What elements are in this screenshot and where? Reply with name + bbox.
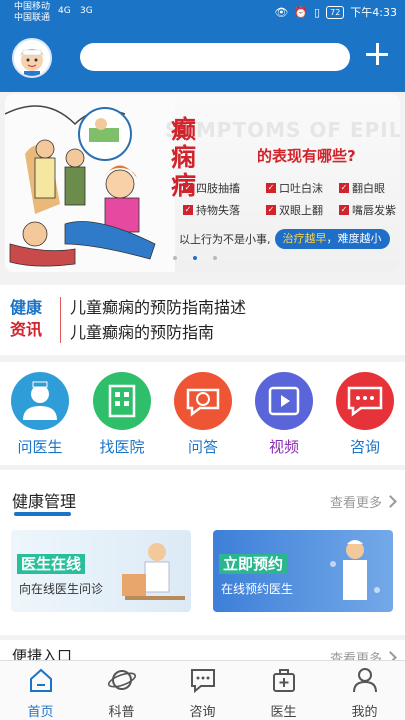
banner-illustration	[5, 94, 175, 272]
planet-icon	[107, 670, 136, 690]
banner-subtitle: 的表现有哪些?	[257, 147, 356, 165]
card-illustration	[330, 540, 380, 600]
shortcut-section: 便捷入口 查看更多	[0, 640, 405, 660]
question-chat-icon	[174, 372, 232, 430]
status-right: 👁 ⏰ ▯ 72 下午4:33	[274, 4, 397, 20]
carrier-1: 中国移动	[14, 2, 51, 12]
symptom-item: ✓ 双眼上翻	[266, 204, 323, 217]
carousel-indicator[interactable]	[173, 256, 217, 260]
carrier-info: 中国移动 中国联通	[14, 2, 50, 24]
health-management-section: 健康管理 查看更多 医生在线 向在线医生问诊 立即预约 在线预约医生	[0, 470, 405, 635]
entry-label: 咨询	[349, 438, 380, 456]
hospital-icon	[93, 372, 151, 430]
user-icon	[352, 668, 377, 693]
nav-mine[interactable]: 我的	[324, 665, 405, 720]
check-icon: ✓	[339, 205, 349, 215]
chevron-right-icon	[384, 651, 397, 660]
section-title: 健康管理	[12, 492, 77, 511]
symptom-item: ✓ 持物失落	[183, 204, 240, 217]
check-icon: ✓	[339, 183, 349, 193]
banner-footer-note: 以上行为不是小事,	[179, 233, 271, 246]
entry-ask-doctor[interactable]: 问医生	[9, 372, 71, 457]
entry-label: 问答	[187, 438, 218, 456]
symptom-list: ✓ 四肢抽搐 ✓ 口吐白沫 ✓ 翻白眼 ✓ 持物失落 ✓ 双眼上翻 ✓ 嘴唇发紫	[183, 180, 396, 218]
symptom-item: ✓ 嘴唇发紫	[339, 204, 396, 217]
card-illustration	[122, 543, 185, 600]
symptom-item: ✓ 口吐白沫	[266, 182, 323, 195]
entry-find-hospital[interactable]: 找医院	[91, 372, 153, 457]
bottom-navigation: 首页 科普 咨询 医生 我的	[0, 660, 405, 720]
entry-label: 问医生	[17, 438, 63, 456]
entry-video[interactable]: 视频	[253, 372, 315, 457]
news-divider	[60, 297, 61, 343]
news-item[interactable]: 儿童癫痫的预防指南	[70, 320, 246, 345]
news-list: 儿童癫痫的预防指南描述 儿童癫痫的预防指南	[70, 295, 246, 345]
carousel-dot-active[interactable]	[193, 256, 197, 260]
symptom-item: ✓ 翻白眼	[339, 182, 385, 195]
clock: 下午4:33	[350, 6, 397, 19]
vibrate-icon: ▯	[314, 5, 321, 19]
signal-1: 4G	[58, 6, 71, 16]
see-more-link[interactable]: 查看更多	[330, 492, 397, 511]
entry-label: 视频	[268, 438, 299, 456]
section-underline	[14, 512, 71, 516]
symptom-item: ✓ 四肢抽搐	[183, 182, 240, 195]
book-appointment-card[interactable]: 立即预约 在线预约医生	[213, 530, 393, 612]
medical-bag-icon	[272, 669, 295, 692]
plus-icon[interactable]	[363, 40, 391, 68]
signal-2: 3G	[80, 6, 93, 16]
section-title: 便捷入口	[12, 647, 73, 660]
doctor-icon	[11, 372, 69, 430]
nav-science[interactable]: 科普	[81, 665, 162, 720]
chat-icon	[190, 669, 215, 694]
nav-consult[interactable]: 咨询	[162, 665, 243, 720]
carrier-2: 中国联通	[14, 13, 51, 23]
health-news: 健康 资讯 儿童癫痫的预防指南描述 儿童癫痫的预防指南	[0, 285, 405, 355]
check-icon: ✓	[266, 183, 276, 193]
nav-doctor[interactable]: 医生	[243, 665, 324, 720]
battery-indicator: 72	[326, 5, 345, 19]
carousel-dot[interactable]	[213, 256, 217, 260]
card-title: 医生在线	[17, 554, 86, 574]
nav-label: 科普	[108, 705, 135, 720]
entry-label: 找医院	[99, 438, 145, 456]
alarm-icon: ⏰	[294, 5, 309, 19]
avatar-illustration	[20, 49, 44, 76]
video-icon	[255, 372, 313, 430]
news-item[interactable]: 儿童癫痫的预防指南描述	[70, 295, 246, 320]
consult-chat-icon	[336, 372, 394, 430]
check-icon: ✓	[266, 205, 276, 215]
avatar[interactable]	[12, 38, 52, 78]
check-icon: ✓	[183, 183, 193, 193]
card-title: 立即预约	[219, 554, 288, 574]
check-icon: ✓	[183, 205, 193, 215]
promo-banner[interactable]: SYMPTOMS OF EPILEPSY 癫痫病 的表现有哪些? ✓四肢抽搐 ✓…	[5, 94, 400, 272]
nav-label: 我的	[351, 705, 378, 720]
eye-icon: 👁	[274, 5, 289, 19]
nav-home[interactable]: 首页	[0, 665, 81, 720]
banner-footer-pill: 治疗越早，难度越小	[274, 229, 390, 249]
nav-label: 医生	[270, 705, 297, 720]
card-subtitle: 向在线医生问诊	[19, 582, 104, 596]
search-input[interactable]	[80, 43, 350, 71]
nav-label: 首页	[27, 705, 54, 720]
news-logo: 健康 资讯	[10, 298, 43, 339]
nav-label: 咨询	[189, 705, 216, 720]
quick-entry-grid: 问医生 找医院 问答 视频 咨询	[0, 362, 405, 465]
entry-consult[interactable]: 咨询	[334, 372, 396, 457]
home-icon	[29, 668, 52, 692]
banner-footer: 以上行为不是小事, 治疗越早，难度越小	[175, 228, 390, 250]
app-header	[0, 26, 405, 92]
status-bar: 中国移动 中国联通 4G 3G 👁 ⏰ ▯ 72 下午4:33	[0, 0, 405, 26]
see-more-link[interactable]: 查看更多	[330, 648, 397, 660]
entry-qa[interactable]: 问答	[172, 372, 234, 457]
card-subtitle: 在线预约医生	[221, 582, 294, 596]
chevron-right-icon	[384, 495, 397, 508]
carousel-dot[interactable]	[173, 256, 177, 260]
doctor-online-card[interactable]: 医生在线 向在线医生问诊	[11, 530, 191, 612]
